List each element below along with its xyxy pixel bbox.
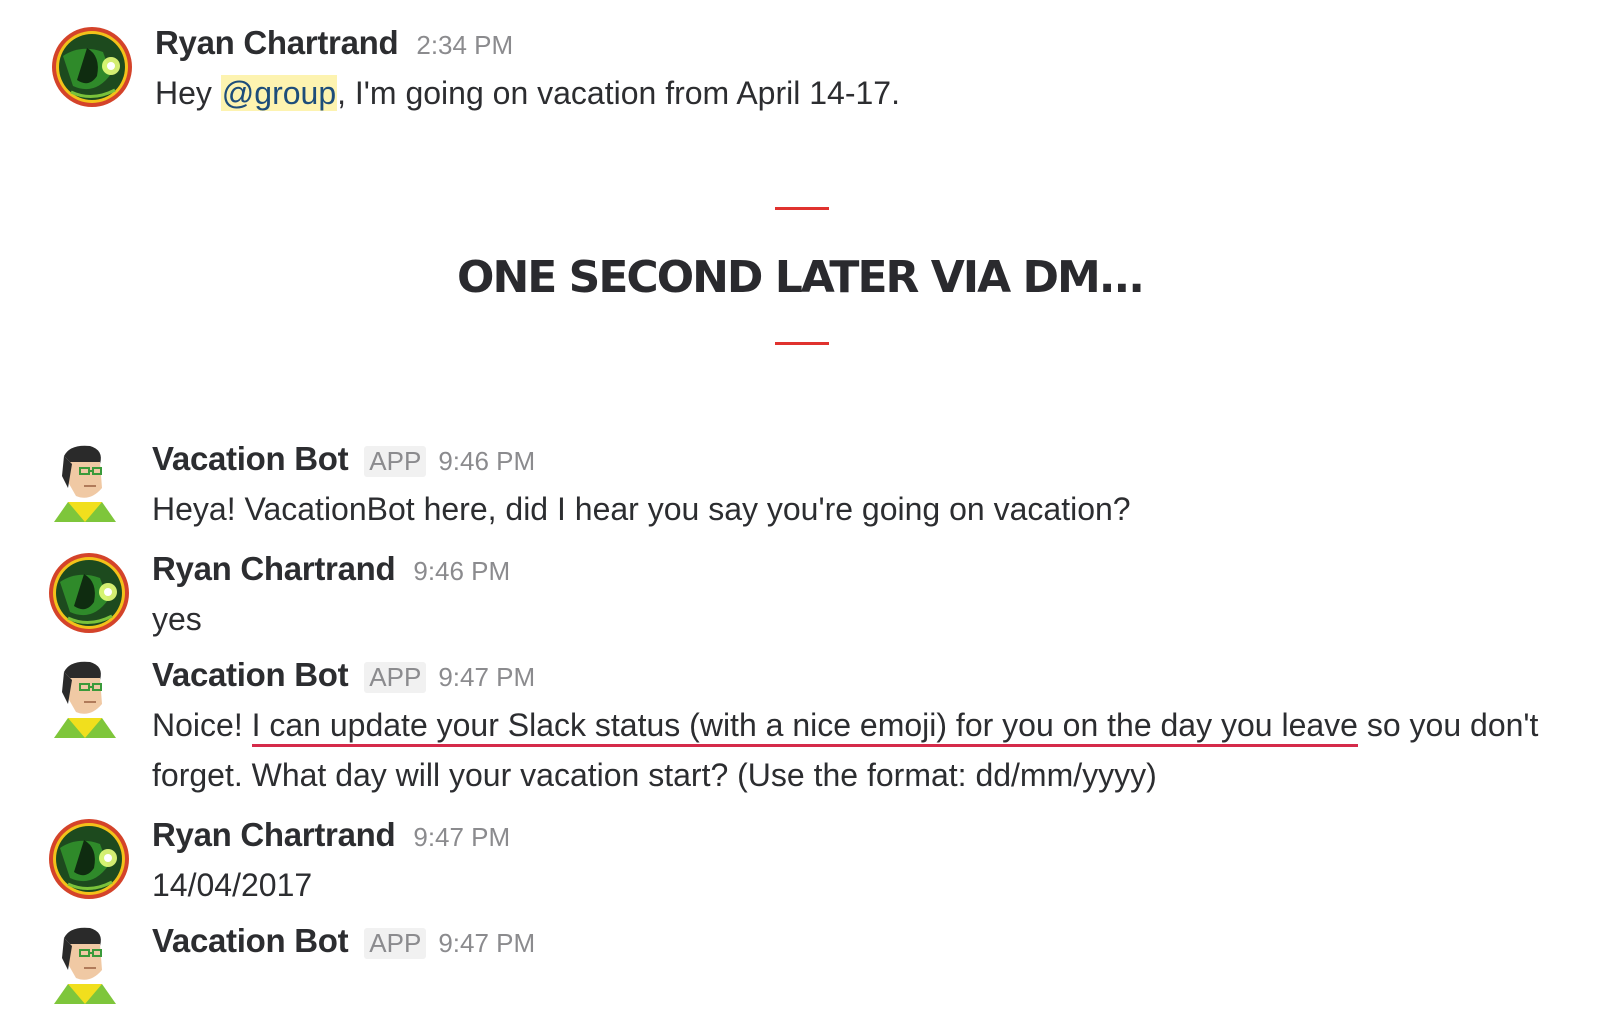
sender-name[interactable]: Vacation Bot <box>152 656 349 694</box>
timestamp[interactable]: 9:46 PM <box>438 446 535 477</box>
hero-avatar-icon <box>49 819 129 899</box>
bot-avatar-icon <box>54 661 116 738</box>
group-mention[interactable]: @group <box>220 75 338 111</box>
message-text: Heya! VacationBot here, did I hear you s… <box>152 491 1131 527</box>
highlighted-phrase: I can update your Slack status (with a n… <box>251 707 1358 747</box>
message-text: Hey @group, I'm going on vacation from A… <box>155 75 900 111</box>
divider-bottom <box>775 342 829 345</box>
bot-avatar-icon <box>54 927 116 1004</box>
app-badge: APP <box>364 446 427 477</box>
timestamp[interactable]: 9:47 PM <box>413 822 510 853</box>
timestamp[interactable]: 9:47 PM <box>438 662 535 693</box>
hero-avatar-icon <box>52 27 132 107</box>
bot-avatar[interactable] <box>50 442 132 524</box>
sender-name[interactable]: Vacation Bot <box>152 440 349 478</box>
sender-name[interactable]: Vacation Bot <box>152 922 349 960</box>
user-avatar[interactable] <box>48 552 130 634</box>
bot-avatar-icon <box>54 445 116 522</box>
message-header: Ryan Chartrand 2:34 PM <box>155 24 1560 68</box>
bot-avatar[interactable] <box>50 658 132 740</box>
user-avatar[interactable] <box>51 26 133 108</box>
divider-top <box>775 207 829 210</box>
message-text: 14/04/2017 <box>152 867 313 903</box>
sender-name[interactable]: Ryan Chartrand <box>152 550 396 588</box>
app-badge: APP <box>364 928 427 959</box>
message-header: Vacation Bot APP 9:47 PM <box>152 922 1560 966</box>
sender-name[interactable]: Ryan Chartrand <box>152 816 396 854</box>
message-header: Ryan Chartrand 9:46 PM <box>152 550 1560 594</box>
bot-avatar[interactable] <box>50 924 132 1006</box>
message-header: Ryan Chartrand 9:47 PM <box>152 816 1560 860</box>
timestamp[interactable]: 9:47 PM <box>438 928 535 959</box>
message-text: yes <box>152 601 202 637</box>
timestamp[interactable]: 2:34 PM <box>416 30 513 61</box>
app-badge: APP <box>364 662 427 693</box>
timestamp[interactable]: 9:46 PM <box>413 556 510 587</box>
message-header: Vacation Bot APP 9:46 PM <box>152 440 1560 484</box>
user-avatar[interactable] <box>48 818 130 900</box>
hero-avatar-icon <box>49 553 129 633</box>
message-text: Noice! I can update your Slack status (w… <box>152 707 1539 793</box>
message-header: Vacation Bot APP 9:47 PM <box>152 656 1562 700</box>
sender-name[interactable]: Ryan Chartrand <box>155 24 399 62</box>
banner-heading: ONE SECOND LATER VIA DM... <box>457 252 1145 303</box>
